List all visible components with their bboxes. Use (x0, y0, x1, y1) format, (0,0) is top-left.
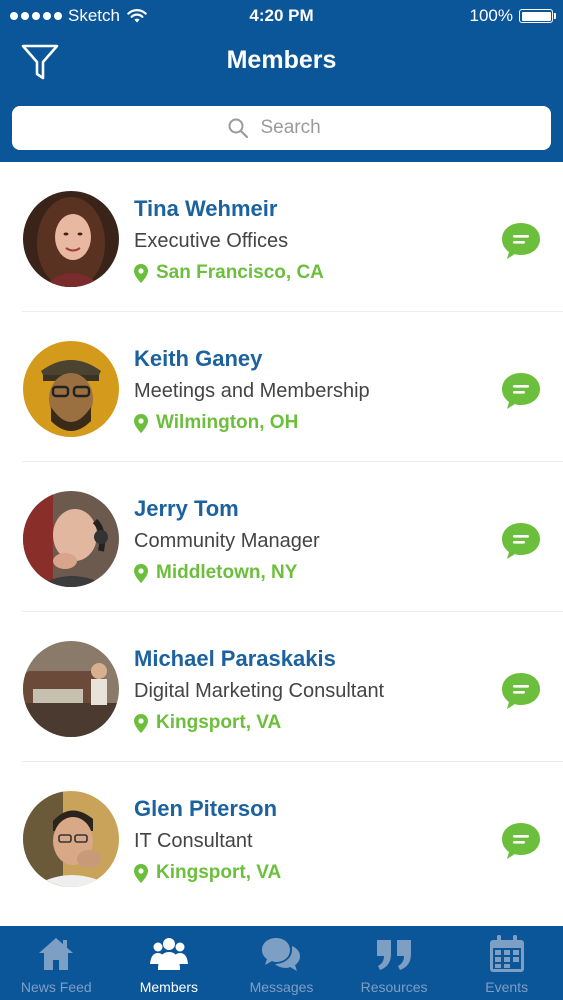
tab-label: Resources (360, 979, 428, 995)
search-input[interactable] (258, 116, 337, 140)
list-item[interactable]: Jerry Tom Community Manager Middletown, … (0, 462, 563, 612)
tab-bar: News Feed Members Messages Resources Eve… (0, 926, 563, 1000)
chat-icon (502, 223, 540, 259)
chat-icon (502, 673, 540, 709)
location-label: Kingsport, VA (156, 862, 282, 883)
avatar (23, 341, 119, 437)
member-role: Executive Offices (134, 230, 289, 252)
member-name[interactable]: Tina Wehmeir (134, 196, 277, 222)
tab-events[interactable]: Events (450, 926, 563, 1000)
home-icon (39, 938, 74, 970)
chat-icon (502, 523, 540, 559)
list-item[interactable]: Tina Wehmeir Executive Offices San Franc… (0, 162, 563, 312)
member-name[interactable]: Glen Piterson (134, 796, 277, 822)
list-item[interactable]: Glen Piterson IT Consultant Kingsport, V… (0, 762, 563, 912)
tab-label: Members (139, 979, 199, 995)
member-role: IT Consultant (134, 830, 253, 852)
calendar-icon (489, 935, 524, 972)
battery-icon (519, 9, 556, 23)
tab-label: Events (485, 979, 529, 995)
quote-icon (377, 940, 412, 970)
list-item[interactable]: Keith Ganey Meetings and Membership Wilm… (0, 312, 563, 462)
member-list: Tina Wehmeir Executive Offices San Franc… (0, 162, 563, 912)
status-bar: Sketch 4:20 PM 100% (0, 0, 563, 32)
member-location: Kingsport, VA (134, 712, 281, 734)
tab-resources[interactable]: Resources (338, 926, 451, 1000)
location-label: Middletown, NY (156, 562, 298, 583)
members-icon (149, 938, 188, 970)
member-role: Meetings and Membership (134, 380, 370, 402)
chat-icon (502, 373, 540, 409)
location-pin-icon (134, 263, 148, 283)
tab-members[interactable]: Members (113, 926, 226, 1000)
search-icon (228, 118, 248, 139)
member-name[interactable]: Jerry Tom (134, 496, 239, 522)
avatar (23, 491, 119, 587)
location-label: Kingsport, VA (156, 712, 282, 733)
page-title: Members (226, 46, 337, 74)
avatar (23, 191, 119, 287)
location-pin-icon (134, 563, 148, 583)
location-pin-icon (134, 713, 148, 733)
member-location: Wilmington, OH (134, 412, 298, 434)
tab-label: Messages (249, 979, 314, 995)
messages-icon (262, 938, 301, 971)
avatar (23, 641, 119, 737)
location-pin-icon (134, 413, 148, 433)
tab-news-feed[interactable]: News Feed (0, 926, 113, 1000)
member-role: Community Manager (134, 530, 320, 552)
location-label: Wilmington, OH (156, 412, 299, 433)
member-name[interactable]: Keith Ganey (134, 346, 262, 372)
avatar (23, 791, 119, 887)
message-button[interactable] (501, 821, 541, 861)
member-role: Digital Marketing Consultant (134, 680, 385, 702)
location-pin-icon (134, 863, 148, 883)
message-button[interactable] (501, 521, 541, 561)
tab-messages[interactable]: Messages (225, 926, 338, 1000)
member-location: Middletown, NY (134, 562, 297, 584)
chat-icon (502, 823, 540, 859)
search-bar[interactable] (12, 106, 551, 150)
tab-label: News Feed (20, 979, 92, 995)
member-name[interactable]: Michael Paraskakis (134, 646, 336, 672)
member-location: San Francisco, CA (134, 262, 324, 284)
member-location: Kingsport, VA (134, 862, 281, 884)
location-label: San Francisco, CA (156, 262, 324, 283)
list-item[interactable]: Michael Paraskakis Digital Marketing Con… (0, 612, 563, 762)
message-button[interactable] (501, 221, 541, 261)
message-button[interactable] (501, 671, 541, 711)
message-button[interactable] (501, 371, 541, 411)
battery-percent: 100% (469, 6, 513, 25)
header: Sketch 4:20 PM 100% Members (0, 0, 563, 162)
